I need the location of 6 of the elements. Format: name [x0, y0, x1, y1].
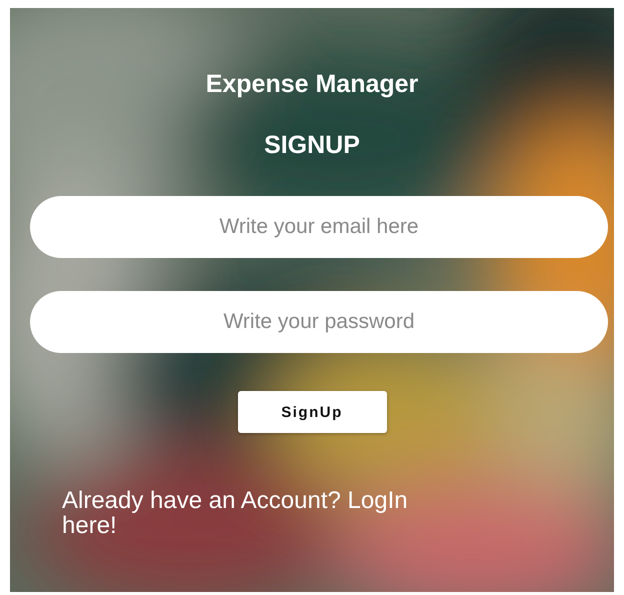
signup-button[interactable]: SignUp: [238, 391, 386, 433]
password-field[interactable]: Write your password: [30, 291, 608, 353]
app-title: Expense Manager: [206, 70, 418, 99]
email-field[interactable]: Write your email here: [30, 196, 608, 258]
page-heading: SIGNUP: [264, 131, 360, 160]
login-link[interactable]: Already have an Account? LogIn here!: [62, 488, 462, 538]
